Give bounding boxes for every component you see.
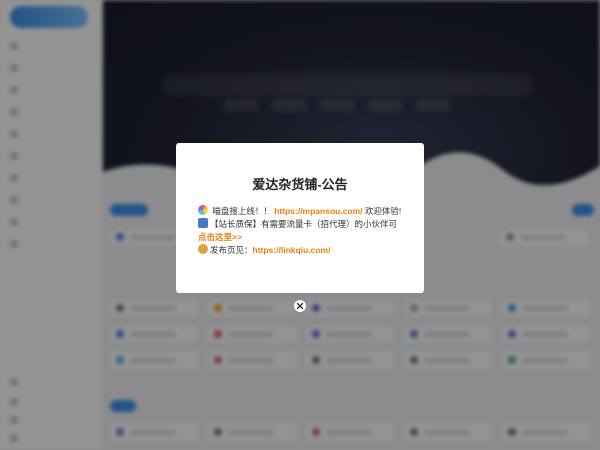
linkqiu-link[interactable]: https://linkqiu.com/	[253, 245, 331, 255]
announcement-line: 【站长质保】有需要流量卡（招代理）的小伙伴可点击这里>>	[198, 218, 404, 244]
close-button[interactable]	[294, 300, 306, 312]
announcement-line: 喵盘搜上线！！ https://mpansou.com/ 欢迎体验!	[198, 205, 404, 218]
modal-body: 喵盘搜上线！！ https://mpansou.com/ 欢迎体验! 【站长质保…	[198, 205, 404, 257]
announcement-modal: 爱达杂货铺-公告 喵盘搜上线！！ https://mpansou.com/ 欢迎…	[176, 143, 424, 293]
click-here-link[interactable]: 点击这里>>	[198, 232, 242, 242]
close-icon	[296, 302, 304, 310]
cookie-icon	[198, 244, 208, 254]
modal-title: 爱达杂货铺-公告	[252, 177, 348, 192]
line-text: 发布页见：	[210, 245, 253, 255]
line-text: 喵盘搜上线！！	[210, 206, 275, 216]
line-text: 欢迎体验!	[362, 206, 402, 216]
line-text: 【站长质保】有需要流量卡（招代理）的小伙伴可	[210, 219, 398, 229]
medal-icon	[198, 218, 208, 228]
announcement-line: 发布页见：https://linkqiu.com/	[198, 244, 404, 257]
rainbow-icon	[198, 205, 208, 215]
mpansou-link[interactable]: https://mpansou.com/	[274, 206, 362, 216]
